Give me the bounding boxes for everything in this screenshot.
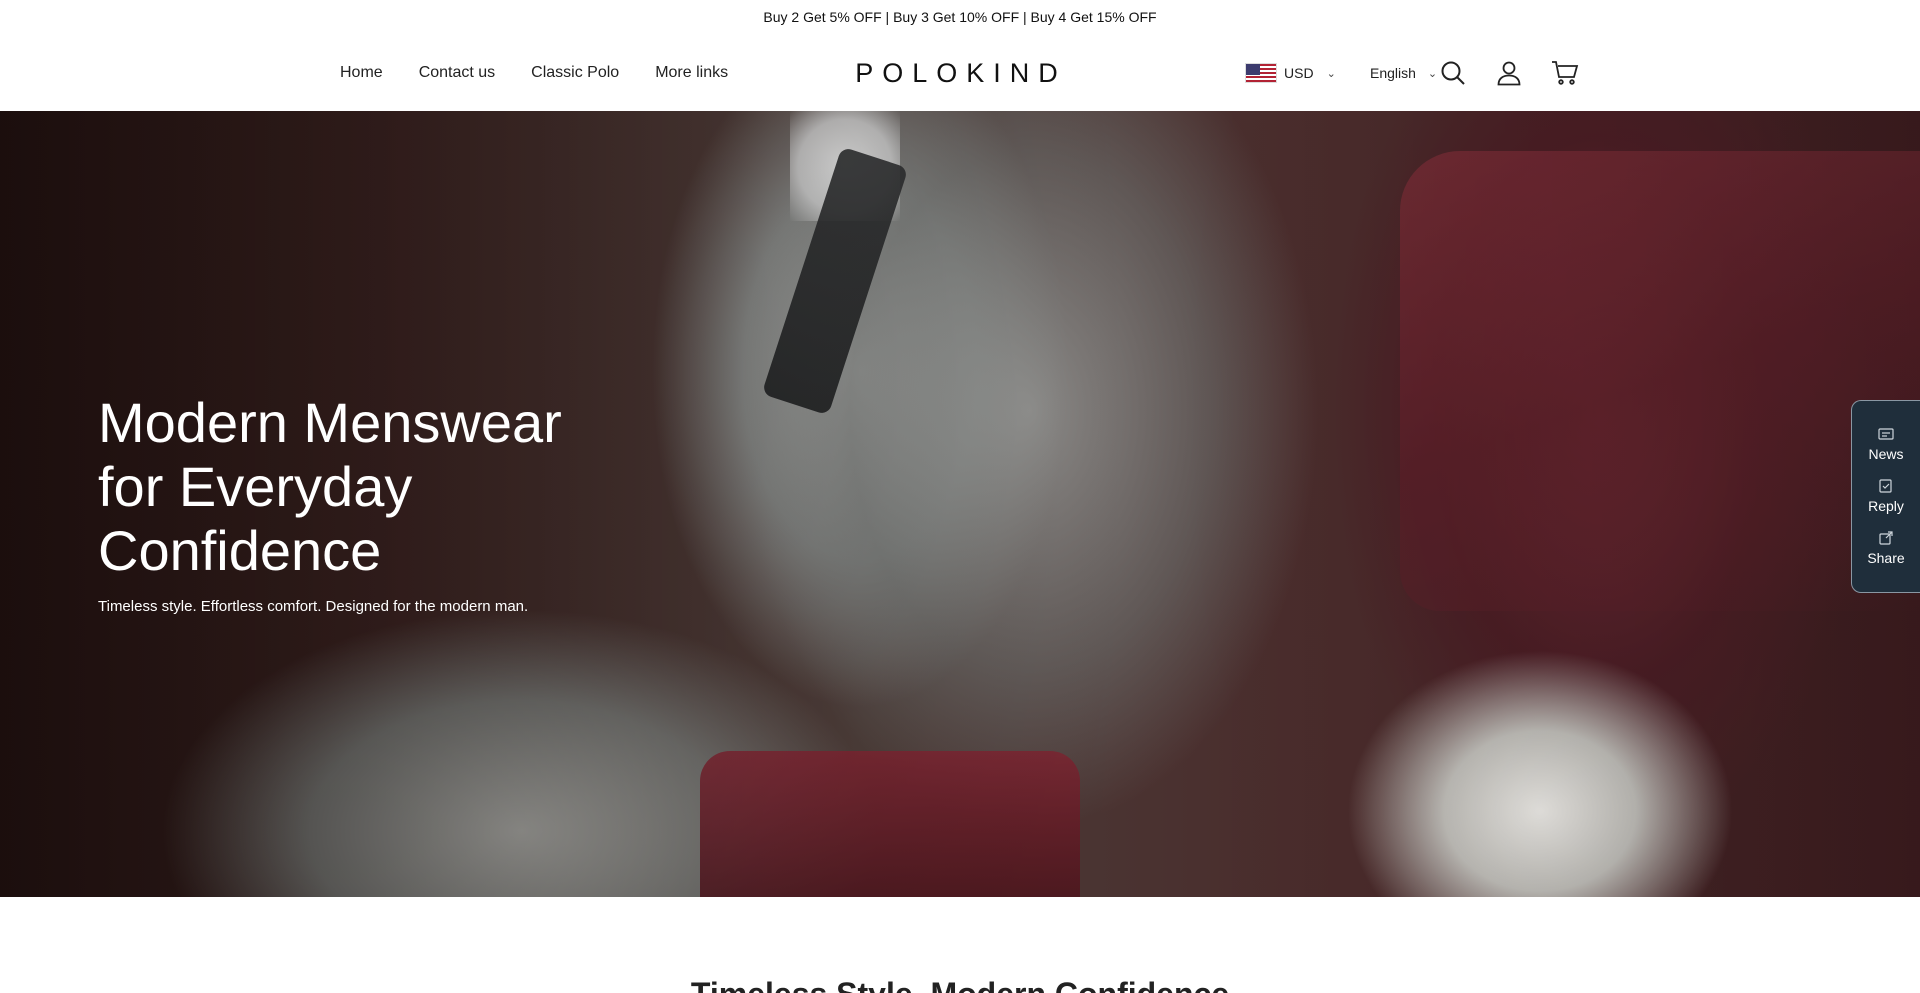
nav-more-links[interactable]: More links: [655, 64, 728, 82]
hero-banner[interactable]: Modern Menswear for Everyday Confidence …: [0, 111, 1920, 897]
section-title: Timeless Style, Modern Confidence: [0, 976, 1920, 993]
language-label: English: [1370, 65, 1416, 81]
side-share-label: Share: [1867, 549, 1905, 566]
side-news-label: News: [1868, 445, 1904, 462]
side-reply-button[interactable]: Reply: [1868, 478, 1904, 514]
hero-subtitle: Timeless style. Effortless comfort. Desi…: [98, 598, 529, 615]
side-share-button[interactable]: Share: [1867, 530, 1905, 566]
brand-logo[interactable]: POLOKIND: [855, 55, 1058, 91]
account-icon: [1497, 61, 1521, 86]
nav-home[interactable]: Home: [340, 64, 383, 82]
chevron-down-icon: ⌄: [1427, 67, 1438, 80]
search-icon: [1441, 61, 1465, 85]
reply-icon: [1879, 478, 1892, 493]
announcement-bar: Buy 2 Get 5% OFF | Buy 3 Get 10% OFF | B…: [0, 0, 1920, 34]
currency-selector[interactable]: USD ⌄: [1245, 61, 1336, 85]
language-selector[interactable]: English ⌄: [1370, 61, 1437, 85]
account-button[interactable]: [1494, 58, 1524, 88]
side-widget: News Reply Share: [1851, 400, 1920, 593]
hero-title: Modern Menswear for Everyday Confidence: [98, 391, 562, 582]
search-button[interactable]: [1438, 58, 1468, 88]
side-reply-label: Reply: [1868, 497, 1904, 514]
announcement-text: Buy 2 Get 5% OFF | Buy 3 Get 10% OFF | B…: [763, 9, 1157, 25]
cart-button[interactable]: [1550, 58, 1580, 88]
nav-classic-polo[interactable]: Classic Polo: [531, 64, 619, 82]
us-flag-icon: [1245, 63, 1277, 83]
side-news-button[interactable]: News: [1868, 427, 1904, 462]
brand-logo-text: POLOKIND: [855, 57, 1067, 88]
main-nav: Home Contact us Classic Polo More links: [340, 34, 728, 111]
cart-icon: [1552, 61, 1579, 85]
share-icon: [1879, 530, 1893, 545]
currency-label: USD: [1284, 65, 1314, 81]
nav-contact-us[interactable]: Contact us: [419, 64, 495, 82]
news-icon: [1878, 427, 1894, 440]
chevron-down-icon: ⌄: [1326, 67, 1336, 80]
site-header: Home Contact us Classic Polo More links …: [0, 34, 1920, 111]
